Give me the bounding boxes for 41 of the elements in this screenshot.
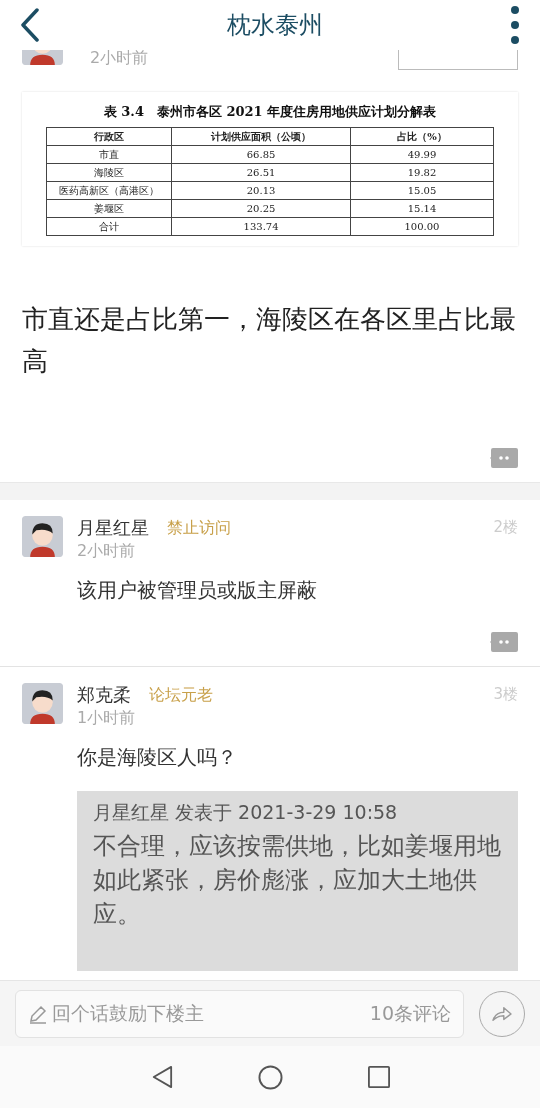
table-cell: 20.25: [171, 199, 351, 217]
table-cell: 100.00: [350, 217, 494, 235]
table-cell: 26.51: [171, 163, 351, 181]
table-cell: 合计: [46, 217, 172, 235]
more-icon[interactable]: [510, 5, 520, 45]
table-cell: 66.85: [171, 145, 351, 163]
comment-time: 2小时前: [77, 539, 137, 562]
user-rank: 禁止访问: [167, 516, 231, 539]
comment-text: 你是海陵区人吗？: [77, 743, 238, 771]
post-time: 2小时前: [90, 50, 149, 68]
page-title: 枕水泰州: [227, 10, 323, 41]
post-text: 市直还是占比第一，海陵区在各区里占比最高: [21, 302, 517, 378]
share-icon: [491, 1004, 513, 1023]
table-cell: 19.82: [350, 163, 494, 181]
user-name[interactable]: 郑克柔: [77, 683, 131, 706]
home-nav-icon[interactable]: [257, 1064, 283, 1090]
back-icon[interactable]: [20, 8, 40, 42]
quote-text: 不合理，应该按需供地，比如姜堰用地如此紧张，房价彪涨，应加大土地供应。: [93, 830, 502, 930]
table-cell: 133.74: [171, 217, 351, 235]
quote-header: 月星红星 发表于 2021-3-29 10:58: [93, 799, 399, 825]
table-cell: 姜堰区: [46, 199, 172, 217]
user-rank: 论坛元老: [149, 683, 213, 706]
table-cell: 15.05: [350, 181, 494, 199]
user-name[interactable]: 月星红星: [77, 516, 149, 539]
table-cell: 49.99: [350, 145, 494, 163]
table-title: 表 3.4 泰州市各区 2021 年度住房用地供应计划分解表: [102, 103, 438, 121]
pencil-icon: [28, 1003, 48, 1024]
table-cell: 20.13: [171, 181, 351, 199]
back-nav-icon[interactable]: [150, 1065, 173, 1089]
column-header: 占比（%）: [350, 127, 494, 145]
column-header: 计划供应面积（公顷）: [171, 127, 351, 145]
comment-text: 该用户被管理员或版主屏蔽: [77, 576, 318, 604]
recents-nav-icon[interactable]: [367, 1066, 390, 1088]
table-cell: 15.14: [350, 199, 494, 217]
table-cell: 医药高新区（高港区）: [46, 181, 172, 199]
avatar-icon: [22, 515, 63, 557]
table-cell: 市直: [46, 145, 172, 163]
table-cell: 海陵区: [46, 163, 172, 181]
avatar-icon: [22, 682, 63, 724]
column-header: 行政区: [46, 127, 172, 145]
comment-time: 1小时前: [77, 706, 137, 729]
